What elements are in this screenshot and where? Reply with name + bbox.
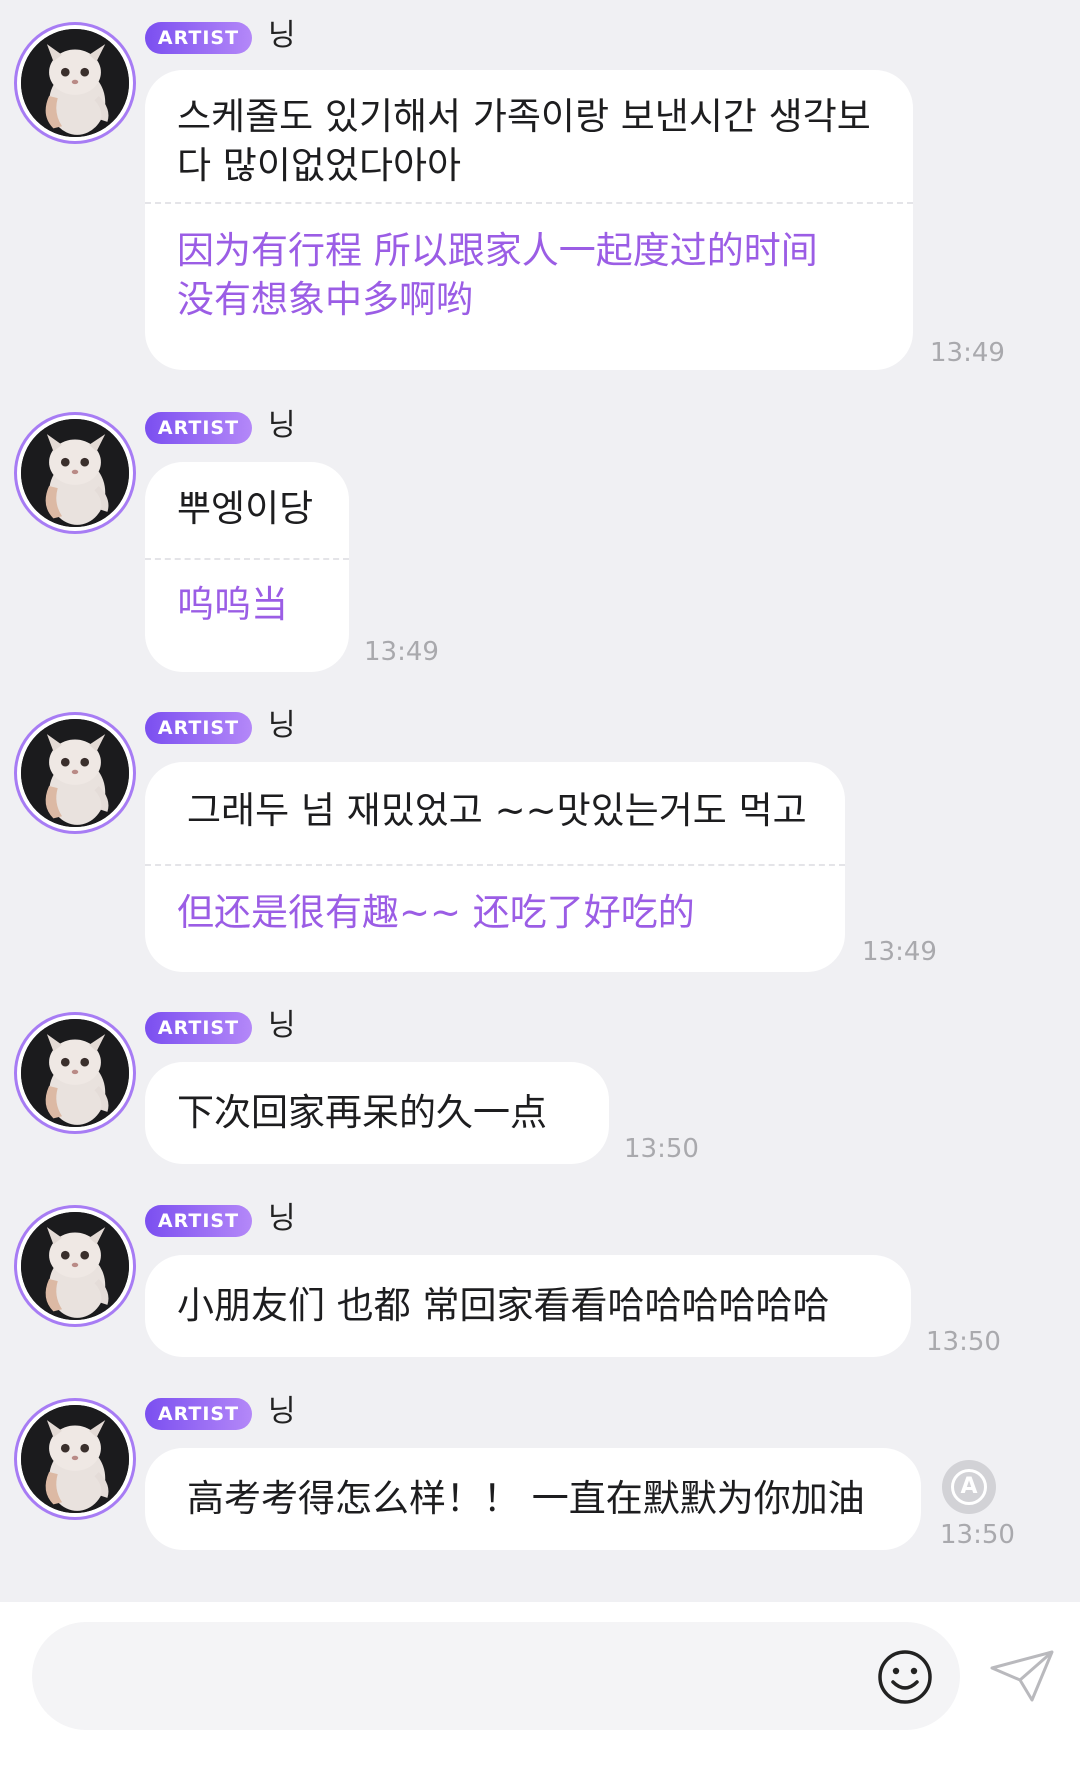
artist-badge: ARTIST (145, 22, 252, 54)
timestamp: 13:50 (940, 1520, 1015, 1550)
chat-message: ARTIST 닝 高考考得怎么样！！ 一直在默默为你加油 A 13:50 (0, 1376, 1080, 1556)
sender-name: 닝 (268, 708, 296, 743)
message-input[interactable] (32, 1622, 960, 1730)
translate-icon: A (951, 1469, 987, 1505)
translation-text: 呜呜当 (177, 583, 288, 626)
artist-badge: ARTIST (145, 412, 252, 444)
cat-avatar-image (21, 1212, 129, 1320)
chat-message: ARTIST 닝 小朋友们 也都 常回家看看哈哈哈哈哈哈 13:50 (0, 1183, 1080, 1363)
timestamp: 13:49 (862, 937, 937, 967)
translate-button[interactable]: A (942, 1460, 996, 1514)
sender-name: 닝 (268, 1201, 296, 1236)
message-text: 小朋友们 也都 常回家看看哈哈哈哈哈哈 (177, 1284, 830, 1327)
cat-avatar-image (21, 419, 129, 527)
timestamp: 13:49 (364, 637, 439, 667)
artist-badge: ARTIST (145, 1012, 252, 1044)
message-composer (0, 1602, 1080, 1789)
message-bubble[interactable]: 스케줄도 있기해서 가족이랑 보낸시간 생각보 다 많이없었다아아 因为有行程 … (145, 70, 913, 370)
message-text: 뿌엥이당 (177, 487, 314, 530)
cat-avatar-image (21, 1019, 129, 1127)
sender-name: 닝 (268, 1394, 296, 1429)
cat-avatar-image (21, 29, 129, 137)
chat-message: ARTIST 닝 下次回家再呆的久一点 13:50 (0, 990, 1080, 1170)
chat-message-list[interactable]: ARTIST 닝 스케줄도 있기해서 가족이랑 보낸시간 생각보 다 많이없었다… (0, 0, 1080, 1600)
artist-avatar[interactable] (14, 1205, 136, 1327)
smiley-icon[interactable] (876, 1648, 934, 1706)
message-bubble[interactable]: 下次回家再呆的久一点 (145, 1062, 609, 1164)
artist-avatar[interactable] (14, 412, 136, 534)
message-bubble[interactable]: 高考考得怎么样！！ 一直在默默为你加油 (145, 1448, 921, 1550)
paper-plane-icon[interactable] (988, 1646, 1058, 1706)
artist-avatar[interactable] (14, 1398, 136, 1520)
timestamp: 13:50 (926, 1327, 1001, 1357)
sender-name: 닝 (268, 1008, 296, 1043)
artist-avatar[interactable] (14, 22, 136, 144)
message-bubble[interactable]: 小朋友们 也都 常回家看看哈哈哈哈哈哈 (145, 1255, 911, 1357)
chat-message: ARTIST 닝 스케줄도 있기해서 가족이랑 보낸시간 생각보 다 많이없었다… (0, 0, 1080, 380)
artist-badge: ARTIST (145, 1398, 252, 1430)
sender-name: 닝 (268, 408, 296, 443)
translation-text: 但还是很有趣~~ 还吃了好吃的 (177, 891, 695, 934)
message-bubble[interactable]: 그래두 넘 재밌었고 ~~맛있는거도 먹고 但还是很有趣~~ 还吃了好吃的 (145, 762, 845, 972)
chat-message: ARTIST 닝 그래두 넘 재밌었고 ~~맛있는거도 먹고 但还是很有趣~~ … (0, 690, 1080, 980)
message-text: 스케줄도 있기해서 가족이랑 보낸시간 생각보 다 많이없었다아아 (177, 95, 871, 187)
cat-avatar-image (21, 1405, 129, 1513)
artist-avatar[interactable] (14, 712, 136, 834)
message-text: 高考考得怎么样！！ 一直在默默为你加油 (187, 1477, 865, 1520)
timestamp: 13:50 (624, 1134, 699, 1164)
artist-avatar[interactable] (14, 1012, 136, 1134)
message-text: 그래두 넘 재밌었고 ~~맛있는거도 먹고 (187, 789, 807, 832)
chat-message: ARTIST 닝 뿌엥이당 呜呜当 13:49 (0, 390, 1080, 680)
translation-text: 因为有行程 所以跟家人一起度过的时间 没有想象中多啊哟 (177, 229, 818, 321)
cat-avatar-image (21, 719, 129, 827)
message-bubble[interactable]: 뿌엥이당 呜呜当 (145, 462, 349, 672)
message-text: 下次回家再呆的久一点 (177, 1091, 547, 1134)
artist-badge: ARTIST (145, 1205, 252, 1237)
sender-name: 닝 (268, 18, 296, 53)
timestamp: 13:49 (930, 338, 1005, 368)
artist-badge: ARTIST (145, 712, 252, 744)
